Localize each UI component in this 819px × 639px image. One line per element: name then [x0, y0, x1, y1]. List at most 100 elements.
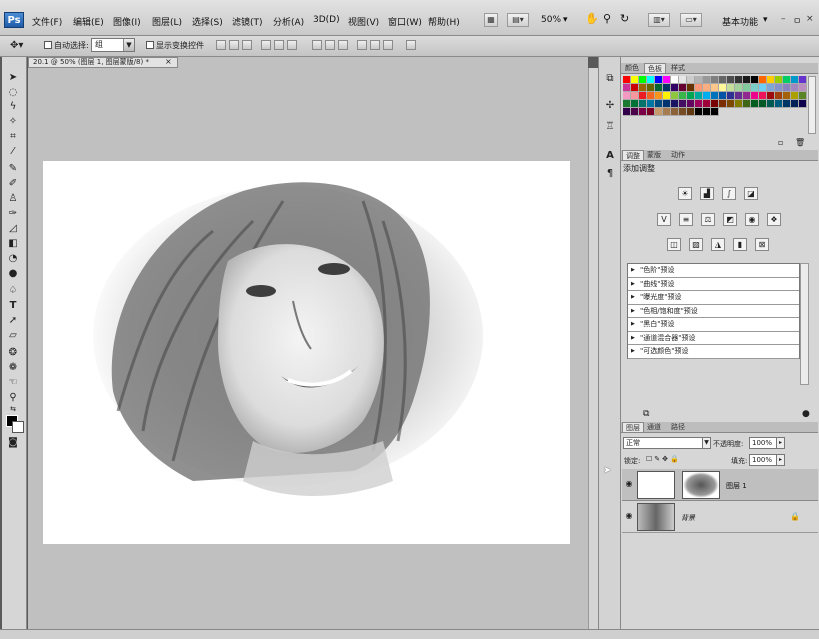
menu-select[interactable]: 选择(S) [192, 15, 223, 28]
align-left-icon[interactable] [261, 40, 271, 50]
color-swatch[interactable] [759, 76, 767, 84]
color-swatch[interactable] [695, 92, 703, 100]
blur-tool-icon[interactable]: ◔ [6, 253, 20, 265]
color-swatch[interactable] [775, 84, 783, 92]
chevron-down-icon[interactable]: ▼ [123, 39, 134, 51]
color-swatch[interactable] [687, 92, 695, 100]
color-swatch[interactable] [759, 92, 767, 100]
posterize-icon[interactable]: ▨ [689, 238, 703, 251]
lock-options-icon[interactable]: ☐✎✥🔒 [646, 455, 681, 463]
color-swatch[interactable] [663, 84, 671, 92]
color-swatch[interactable] [751, 76, 759, 84]
color-swatch[interactable] [687, 100, 695, 108]
move-tool-icon[interactable]: ➤ [6, 72, 20, 84]
color-swatch[interactable] [623, 76, 631, 84]
color-swatch[interactable] [703, 108, 711, 116]
color-swatch[interactable] [647, 84, 655, 92]
color-swatch[interactable] [695, 108, 703, 116]
layer-name[interactable]: 背景 [681, 513, 695, 523]
color-swatch[interactable] [703, 76, 711, 84]
brightness-icon[interactable]: ☀ [678, 187, 692, 200]
color-swatch[interactable] [735, 100, 743, 108]
eraser-tool-icon[interactable]: ◿ [6, 223, 20, 235]
eyedropper-icon[interactable]: ⁄ [6, 146, 20, 158]
color-swatch[interactable] [623, 84, 631, 92]
new-swatch-icon[interactable]: ▫ [778, 138, 783, 147]
path-select-icon[interactable]: ➚ [6, 315, 20, 327]
preset-levels[interactable]: "色阶"预设 [628, 264, 799, 278]
levels-icon[interactable]: ▟ [700, 187, 714, 200]
color-swatch[interactable] [735, 84, 743, 92]
color-swatch[interactable] [639, 108, 647, 116]
move-tool-preset-icon[interactable]: ✥▾ [10, 40, 23, 51]
paragraph-panel-icon[interactable]: ¶ [603, 167, 617, 181]
color-swatch[interactable] [735, 92, 743, 100]
show-transform-checkbox[interactable]: 显示变换控件 [146, 40, 204, 51]
type-tool-icon[interactable]: T [6, 300, 20, 312]
color-swatch[interactable] [751, 84, 759, 92]
gradient-tool-icon[interactable]: ◧ [6, 238, 20, 250]
pen-tool-icon[interactable]: ♤ [6, 285, 20, 297]
gradient-map-icon[interactable]: ▮ [733, 238, 747, 251]
eye-icon[interactable]: ◉ [624, 511, 634, 521]
canvas[interactable] [43, 161, 570, 544]
color-balance-icon[interactable]: ⚖ [701, 213, 715, 226]
color-swatch[interactable] [695, 100, 703, 108]
distribute-left-icon[interactable] [357, 40, 367, 50]
color-swatch[interactable] [687, 108, 695, 116]
color-swatch[interactable] [711, 92, 719, 100]
tab-styles[interactable]: 样式 [668, 63, 688, 73]
menu-help[interactable]: 帮助(H) [428, 15, 460, 28]
color-swatch[interactable] [791, 84, 799, 92]
magic-wand-icon[interactable]: ✧ [6, 116, 20, 128]
history-panel-icon[interactable]: ⧉ [603, 72, 617, 86]
color-swatch[interactable] [655, 100, 663, 108]
tab-adjustments[interactable]: 调整 [622, 150, 644, 160]
color-swatch[interactable] [719, 76, 727, 84]
color-swatch[interactable] [687, 76, 695, 84]
color-swatch[interactable] [767, 92, 775, 100]
chevron-down-icon[interactable]: ▼ [702, 437, 711, 449]
zoom-dropdown-icon[interactable]: ▾ [563, 15, 568, 25]
color-swatch[interactable] [751, 92, 759, 100]
preset-black-white[interactable]: "黑白"预设 [628, 318, 799, 332]
distribute-vcenter-icon[interactable] [325, 40, 335, 50]
preset-exposure[interactable]: "曝光度"预设 [628, 291, 799, 305]
selective-color-icon[interactable]: ⊠ [755, 238, 769, 251]
align-top-icon[interactable] [216, 40, 226, 50]
color-swatch[interactable] [711, 100, 719, 108]
screen-mode-icon[interactable]: ▭▾ [680, 13, 702, 27]
vibrance-icon[interactable]: V [657, 213, 671, 226]
close-button[interactable]: × [806, 14, 814, 24]
color-swatch[interactable] [727, 92, 735, 100]
color-swatch[interactable] [719, 100, 727, 108]
delete-adjustment-icon[interactable]: ● [802, 409, 810, 419]
color-swatch[interactable] [735, 76, 743, 84]
preset-selective-color[interactable]: "可选颜色"预设 [628, 345, 799, 359]
document-tab[interactable]: 20.1 @ 50% (图层 1, 图层蒙版/8) * [28, 57, 178, 68]
color-swatch[interactable] [663, 108, 671, 116]
tab-channels[interactable]: 通道 [644, 422, 664, 432]
color-swatch[interactable] [783, 76, 791, 84]
color-swatch[interactable] [623, 92, 631, 100]
color-swatch[interactable] [679, 92, 687, 100]
color-swatch[interactable] [799, 100, 807, 108]
color-swatch[interactable] [639, 100, 647, 108]
maximize-button[interactable]: ㅁ [793, 14, 801, 27]
menu-image[interactable]: 图像(I) [113, 15, 141, 28]
hand-tool-icon[interactable]: ✋ [585, 12, 599, 25]
background-color-swatch[interactable] [12, 421, 24, 433]
color-swatch[interactable] [727, 84, 735, 92]
color-swatch[interactable] [655, 108, 663, 116]
clone-source-icon[interactable]: ♖ [603, 120, 617, 134]
color-swatch[interactable] [695, 76, 703, 84]
color-swatch[interactable] [711, 108, 719, 116]
color-swatch[interactable] [623, 108, 631, 116]
opacity-input[interactable]: 100% [749, 437, 777, 449]
color-swatch[interactable] [671, 84, 679, 92]
extras-icon[interactable]: ▤▾ [507, 13, 529, 27]
tab-paths[interactable]: 路径 [668, 422, 688, 432]
tab-swatches[interactable]: 色板 [644, 63, 666, 73]
color-swatch[interactable] [727, 100, 735, 108]
color-swatch[interactable] [639, 76, 647, 84]
